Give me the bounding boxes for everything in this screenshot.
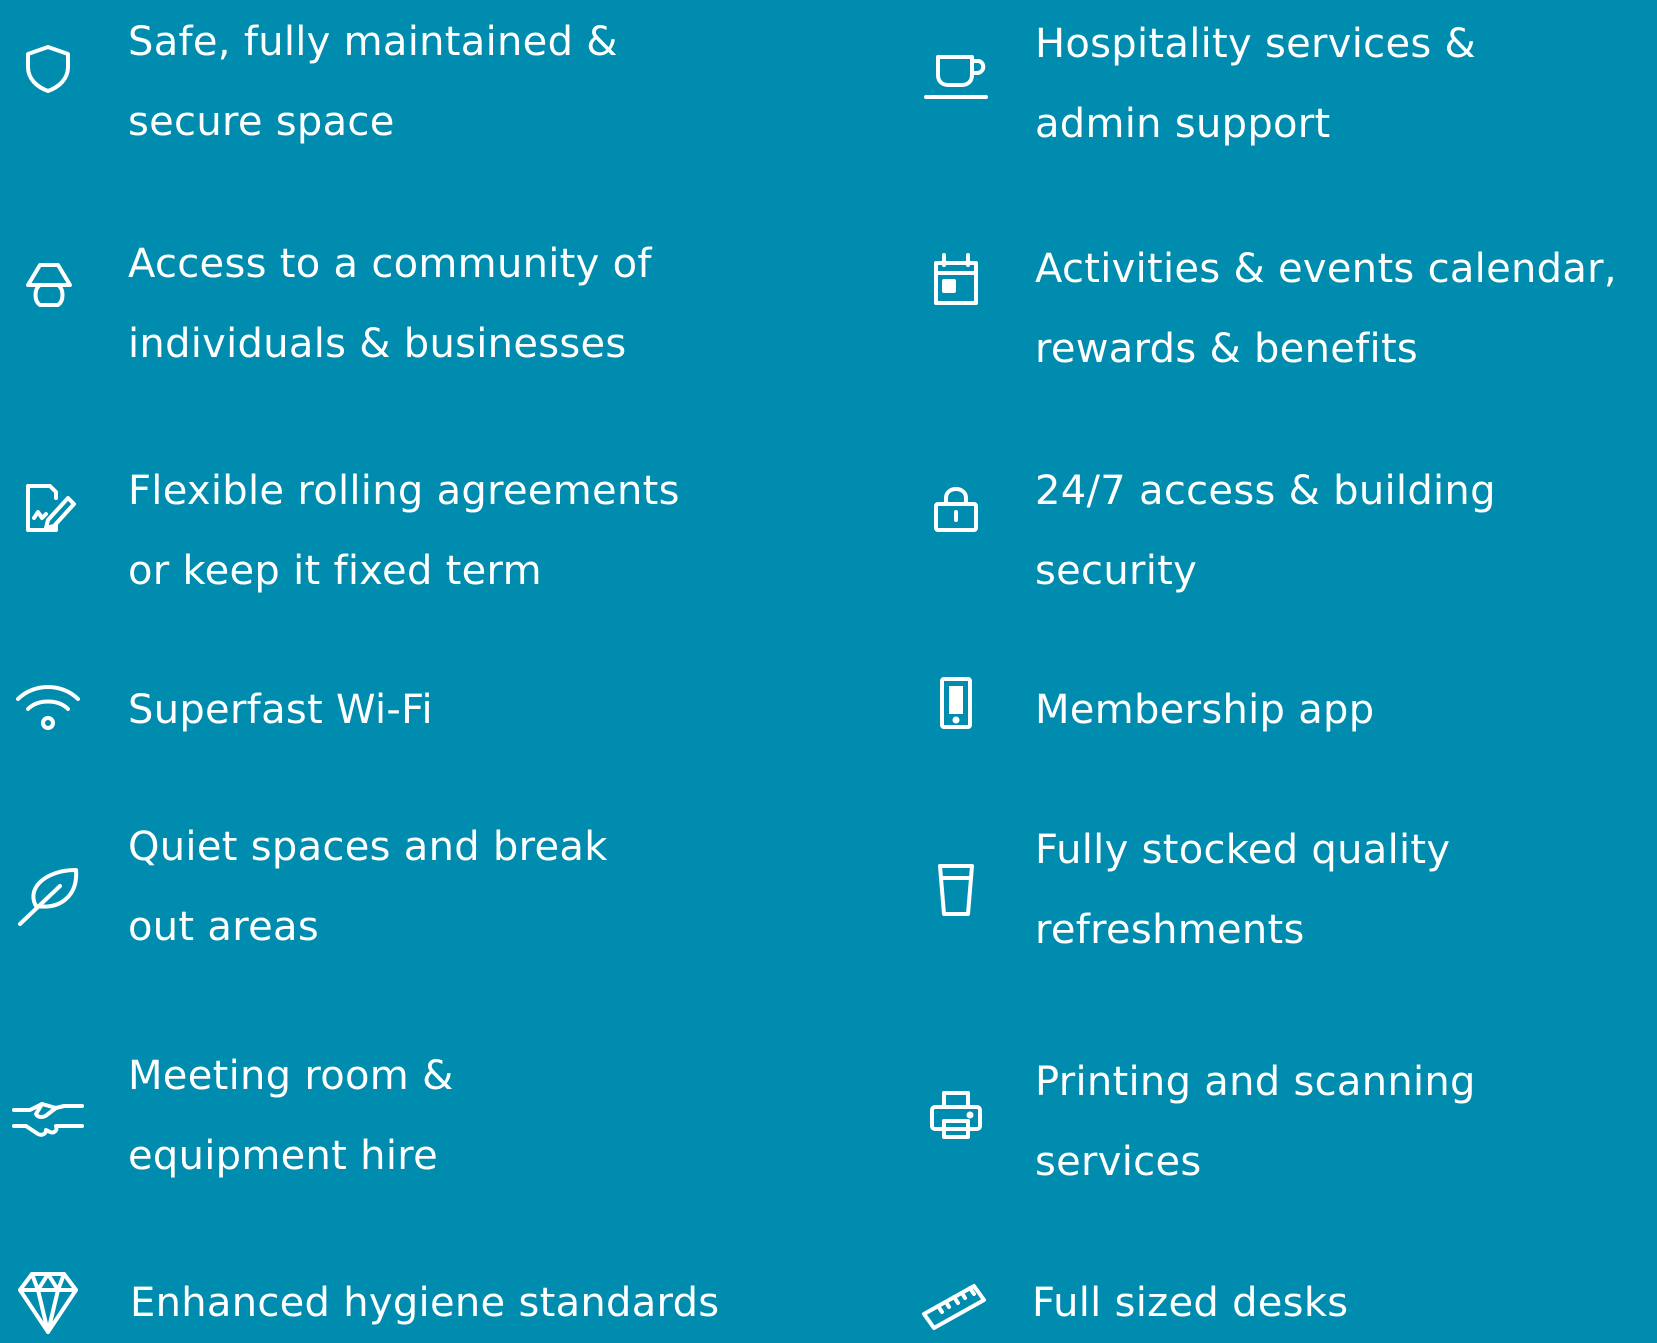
feature-label-line: Meeting room & <box>128 1053 454 1099</box>
feature-label-line: individuals & businesses <box>128 321 627 367</box>
feature-label: Access to a community of individuals & b… <box>128 224 652 384</box>
feature-label-line: Flexible rolling agreements <box>128 468 680 514</box>
feature-label-line: refreshments <box>1035 907 1305 953</box>
feature-label-line: Activities & events calendar, <box>1035 246 1617 292</box>
feature-label-line: Quiet spaces and break <box>128 824 608 870</box>
feature-label-line: Superfast Wi-Fi <box>128 687 433 733</box>
printer-icon <box>920 1081 992 1153</box>
feature-label: Superfast Wi-Fi <box>128 670 433 750</box>
feature-label: Hospitality services & admin support <box>1035 4 1476 164</box>
feature-label-line: services <box>1035 1139 1202 1185</box>
feature-label: Meeting room & equipment hire <box>128 1036 454 1196</box>
feature-label-line: Enhanced hygiene standards <box>130 1280 720 1326</box>
wifi-icon <box>12 673 84 745</box>
feature-label: Quiet spaces and break out areas <box>128 807 608 967</box>
feature-label: Activities & events calendar, rewards & … <box>1035 229 1617 389</box>
shield-icon <box>12 33 84 105</box>
feature-label: 24/7 access & building security <box>1035 451 1496 611</box>
feature-label-line: out areas <box>128 904 319 950</box>
feature-label-line: security <box>1035 548 1198 594</box>
feature-label-line: Membership app <box>1035 687 1375 733</box>
feature-label-line: Hospitality services & <box>1035 21 1477 67</box>
feature-label: Safe, fully maintained & secure space <box>128 2 618 162</box>
lock-icon <box>920 474 992 546</box>
feature-label-line: rewards & benefits <box>1035 326 1419 372</box>
feature-label-line: Printing and scanning <box>1035 1059 1476 1105</box>
handshake-icon <box>12 1082 84 1154</box>
leaf-icon <box>12 858 84 930</box>
feature-label: Fully stocked quality refreshments <box>1035 810 1450 970</box>
mobile-phone-icon <box>920 669 992 741</box>
feature-label-line: admin support <box>1035 101 1331 147</box>
ruler-icon <box>920 1266 992 1338</box>
feature-label: Membership app <box>1035 670 1374 750</box>
feature-label-line: secure space <box>128 99 395 145</box>
contract-signature-icon <box>12 472 84 544</box>
feature-label-line: Access to a community of <box>128 241 652 287</box>
feature-label-line: Safe, fully maintained & <box>128 19 618 65</box>
lamp-icon <box>12 251 84 323</box>
feature-label-line: 24/7 access & building <box>1035 468 1496 514</box>
feature-label-line: Fully stocked quality <box>1035 827 1451 873</box>
feature-label: Enhanced hygiene standards <box>130 1263 719 1343</box>
calendar-icon <box>920 247 992 319</box>
feature-label: Full sized desks <box>1032 1263 1348 1343</box>
diamond-icon <box>12 1266 84 1338</box>
feature-label: Flexible rolling agreements or keep it f… <box>128 451 680 611</box>
coffee-cup-icon <box>920 41 992 113</box>
feature-label: Printing and scanning services <box>1035 1042 1476 1202</box>
feature-label-line: Full sized desks <box>1032 1280 1349 1326</box>
glass-icon <box>920 856 992 928</box>
feature-label-line: or keep it fixed term <box>128 548 542 594</box>
feature-label-line: equipment hire <box>128 1133 439 1179</box>
